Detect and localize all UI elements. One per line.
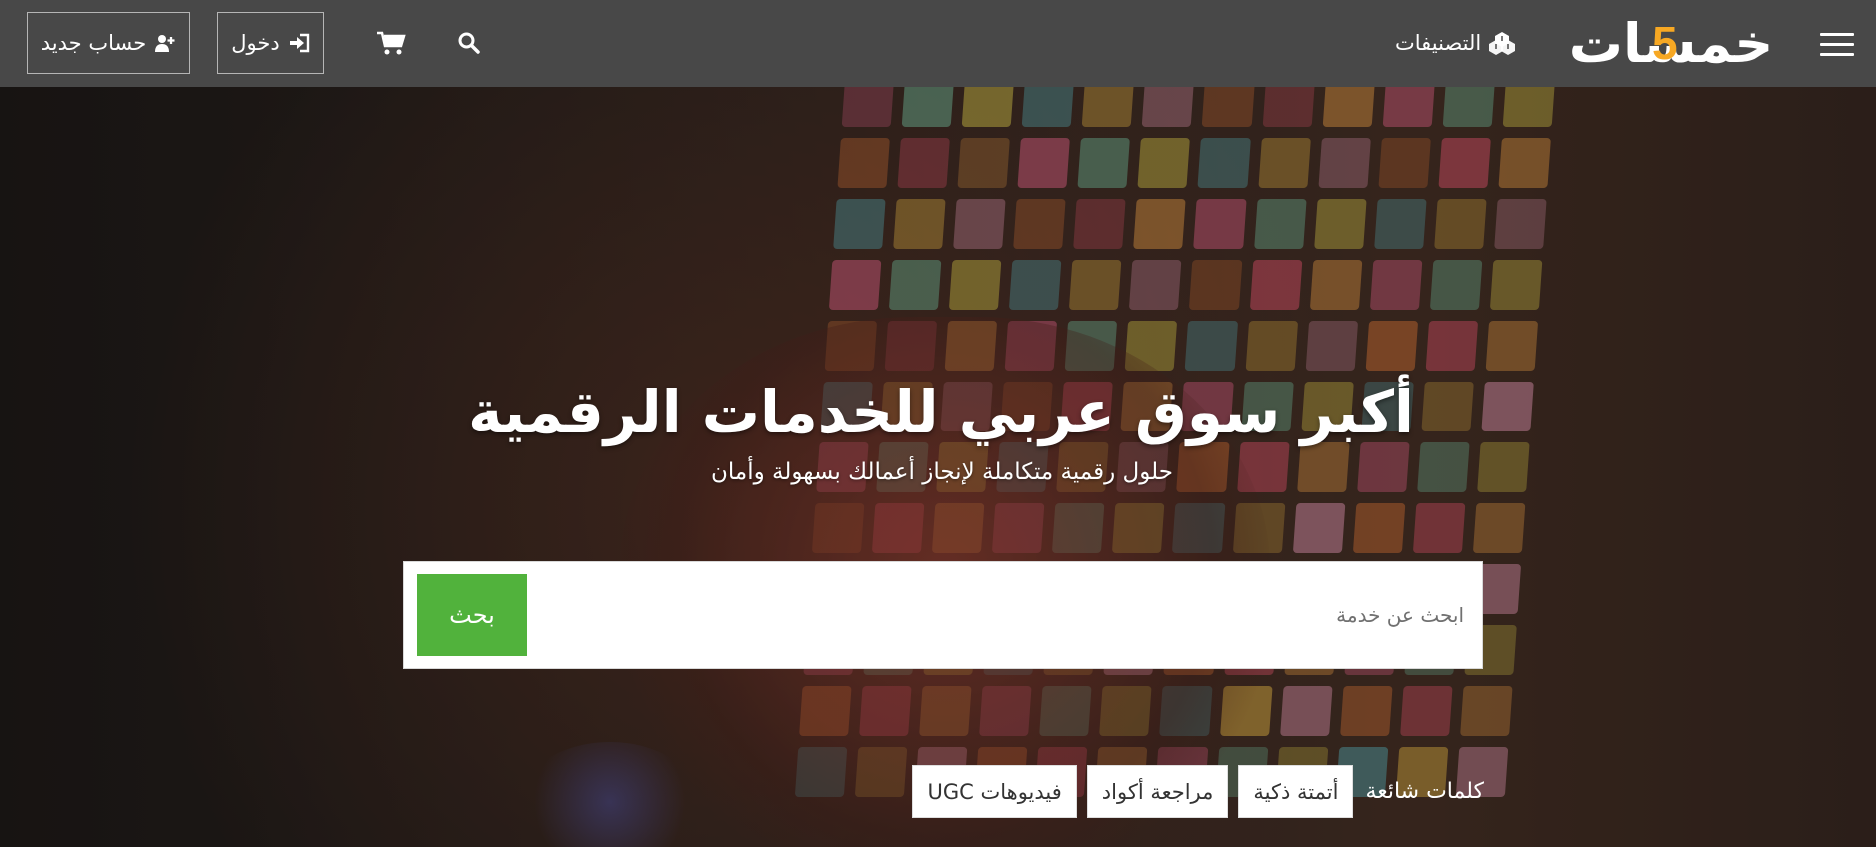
register-button[interactable]: حساب جديد: [27, 12, 190, 74]
menu-icon: [1820, 32, 1854, 36]
popular-tag-ugc-videos[interactable]: فيديوهات UGC: [912, 765, 1077, 818]
top-navigation-bar: حساب جديد دخول التصنيفات خمسات 5: [0, 0, 1876, 87]
popular-keywords: كلمات شائعة أتمتة ذكية مراجعة أكواد فيدي…: [900, 765, 1484, 818]
login-icon: [289, 33, 309, 53]
cart-button[interactable]: [368, 20, 414, 66]
login-label: دخول: [231, 31, 280, 55]
register-label: حساب جديد: [40, 31, 147, 55]
cart-icon: [377, 31, 406, 55]
categories-label: التصنيفات: [1395, 31, 1482, 55]
hero-subtitle: حلول رقمية متكاملة لإنجاز أعمالك بسهولة …: [711, 459, 1173, 485]
popular-keywords-label: كلمات شائعة: [1365, 779, 1484, 804]
login-button[interactable]: دخول: [217, 12, 324, 74]
popular-tag-smart-automation[interactable]: أتمتة ذكية: [1238, 765, 1354, 818]
search-submit-button[interactable]: بحث: [417, 574, 527, 656]
menu-icon-line: [1820, 52, 1854, 56]
user-plus-icon: [155, 35, 175, 52]
search-icon: [458, 32, 480, 54]
categories-icon: [1489, 32, 1516, 55]
site-logo[interactable]: خمسات 5: [1560, 12, 1782, 75]
popular-tag-code-review[interactable]: مراجعة أكواد: [1086, 765, 1229, 818]
menu-icon-line: [1820, 42, 1854, 46]
logo-digit: 5: [1652, 17, 1678, 69]
categories-link[interactable]: التصنيفات: [1395, 22, 1516, 64]
service-search-input[interactable]: [541, 574, 1466, 656]
hero-title: أكبر سوق عربي للخدمات الرقمية: [468, 377, 1414, 446]
service-search-form: بحث: [403, 561, 1483, 669]
hamburger-menu-button[interactable]: [1820, 24, 1860, 64]
search-button[interactable]: [446, 20, 492, 66]
